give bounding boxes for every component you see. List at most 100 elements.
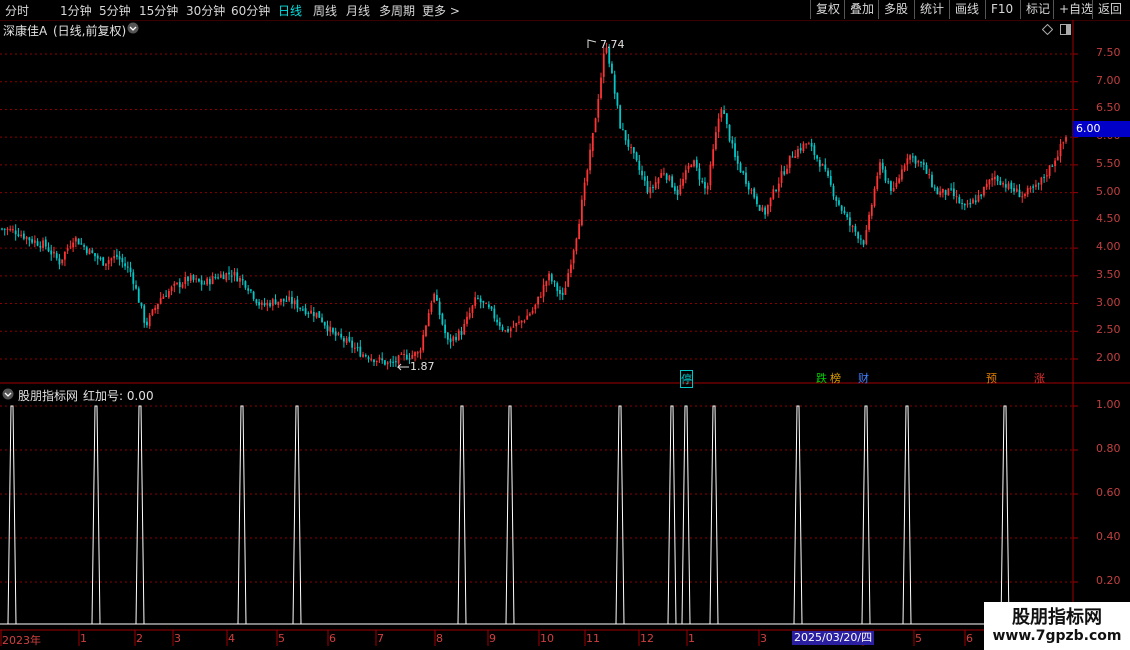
price-tick-label: 3.50 — [1096, 267, 1121, 281]
diamond-icon[interactable] — [1041, 23, 1054, 38]
candle-body — [126, 266, 129, 268]
candle-body — [198, 278, 200, 282]
candle-body — [452, 336, 455, 341]
candle-body — [641, 170, 643, 176]
candle-body — [304, 308, 307, 315]
candle-body — [326, 325, 329, 332]
candle-body — [113, 256, 116, 259]
candle-body — [430, 303, 433, 312]
multi-stock-button[interactable]: 多股 — [878, 0, 913, 19]
candle-body — [884, 169, 887, 181]
tag-drop-label: 跌 — [816, 372, 827, 385]
candle-body — [657, 178, 660, 184]
overlay-button[interactable]: 叠加 — [844, 0, 879, 19]
tag-rank-label: 榜 — [830, 372, 841, 385]
candle-body — [942, 188, 944, 193]
candle-body — [419, 350, 422, 353]
candle-body — [427, 313, 430, 327]
indicator-tick-label: 0.60 — [1096, 486, 1121, 499]
candle-body — [17, 234, 20, 236]
tag-rank[interactable]: 榜 — [830, 370, 841, 386]
candle-body — [518, 321, 520, 323]
candle-body — [734, 143, 736, 157]
tag-drop[interactable]: 跌 — [816, 370, 827, 386]
candle-body — [698, 168, 701, 180]
tag-finance[interactable]: 财 — [858, 370, 869, 386]
high-price-label: 7.74 — [600, 38, 625, 51]
candle-body — [728, 124, 731, 141]
date-axis-label: 4 — [228, 632, 235, 645]
chart-canvas[interactable] — [0, 20, 1130, 650]
period-tab-fenshi[interactable]: 分时 — [5, 2, 29, 19]
candle-body — [597, 99, 600, 118]
candle-body — [870, 204, 873, 216]
price-tick-label: 2.50 — [1096, 323, 1121, 337]
indicator-chevron-down-icon[interactable] — [2, 388, 14, 403]
candle-body — [780, 171, 783, 183]
draw-line-button[interactable]: 画线 — [949, 0, 984, 19]
candle-body — [969, 202, 972, 205]
candle-body — [553, 281, 556, 283]
candle-body — [797, 149, 799, 158]
candle-body — [854, 226, 857, 232]
candle-body — [370, 358, 373, 361]
candle-body — [66, 248, 69, 251]
period-tab-weekly[interactable]: 周线 — [313, 2, 337, 19]
mark-button[interactable]: 标记 — [1020, 0, 1055, 19]
candle-body — [143, 305, 146, 323]
candle-body — [701, 180, 704, 182]
chevron-down-icon[interactable] — [127, 22, 139, 37]
candle-body — [367, 357, 370, 360]
date-axis-label: 6 — [966, 632, 973, 645]
period-tab-monthly[interactable]: 月线 — [346, 2, 370, 19]
candle-body — [810, 142, 813, 147]
candle-body — [102, 257, 105, 266]
candle-body — [1065, 137, 1067, 142]
candle-body — [189, 275, 192, 281]
candle-body — [151, 309, 154, 316]
candle-body — [280, 298, 282, 303]
period-tab-5min[interactable]: 5分钟 — [99, 2, 131, 19]
adjust-button[interactable]: 复权 — [810, 0, 845, 19]
period-tab-more[interactable]: 更多 > — [422, 2, 460, 19]
period-tab-15min[interactable]: 15分钟 — [139, 2, 178, 19]
candle-body — [307, 312, 310, 314]
tag-forecast-label: 预 — [986, 372, 997, 385]
candle-body — [206, 278, 209, 285]
period-tab-1min[interactable]: 1分钟 — [60, 2, 92, 19]
candle-body — [898, 178, 901, 183]
candle-body — [835, 197, 838, 201]
candle-body — [12, 229, 14, 231]
candle-body — [6, 228, 9, 230]
candle-body — [619, 105, 622, 129]
candle-body — [167, 290, 170, 298]
candle-body — [1029, 187, 1032, 190]
candle-body — [887, 181, 890, 183]
candle-body — [244, 281, 247, 288]
candle-body — [192, 275, 195, 280]
candle-body — [794, 156, 797, 159]
period-tab-60min[interactable]: 60分钟 — [231, 2, 270, 19]
f10-button[interactable]: F10 — [985, 0, 1018, 19]
candle-body — [214, 276, 217, 278]
candle-body — [460, 331, 463, 335]
candle-body — [859, 238, 862, 240]
candle-body — [578, 223, 581, 240]
candle-body — [933, 187, 936, 189]
tag-rise[interactable]: 涨 — [1034, 370, 1045, 386]
candle-body — [329, 326, 332, 332]
candle-body — [621, 129, 624, 131]
candle-body — [999, 180, 1002, 185]
period-tab-daily[interactable]: 日线 — [278, 2, 302, 19]
candle-body — [435, 295, 438, 301]
back-button[interactable]: 返回 — [1092, 0, 1127, 19]
candle-body — [890, 181, 892, 191]
period-tab-multi[interactable]: 多周期 — [379, 2, 415, 19]
statistics-button[interactable]: 统计 — [914, 0, 949, 19]
panel-toggle-icon[interactable] — [1060, 24, 1071, 38]
signal-spike — [861, 405, 871, 625]
tag-suspend[interactable]: 停 — [680, 370, 693, 388]
candle-body — [170, 287, 173, 291]
tag-forecast[interactable]: 预 — [986, 370, 997, 386]
period-tab-30min[interactable]: 30分钟 — [186, 2, 225, 19]
